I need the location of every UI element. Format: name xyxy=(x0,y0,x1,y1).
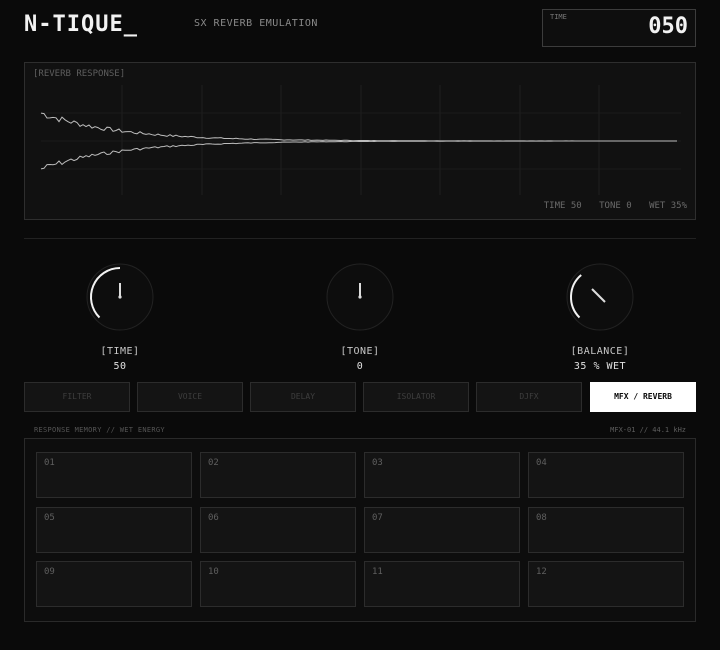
response-readout: TIME 50 TONE 0 WET 35% xyxy=(532,201,687,211)
knob-tone[interactable] xyxy=(325,262,395,332)
reverb-response-panel: [REVERB RESPONSE] TIME 50 TONE 0 WET 35% xyxy=(24,62,696,220)
readout-time: TIME 50 xyxy=(543,201,582,211)
knob-tone-label: [TONE] xyxy=(340,346,380,357)
knob-tone-group: [TONE] 0 xyxy=(300,262,420,372)
memory-slot-number: 06 xyxy=(208,513,219,523)
memory-slot-07[interactable]: 07 xyxy=(364,507,520,553)
tab-voice[interactable]: VOICE xyxy=(137,382,243,412)
section-divider xyxy=(24,238,696,239)
effect-tabs: FILTER VOICE DELAY ISOLATOR DJFX MFX / R… xyxy=(24,382,696,412)
memory-slot-01[interactable]: 01 xyxy=(36,452,192,498)
memory-panel: 01 02 03 04 05 06 07 08 09 10 11 12 xyxy=(24,438,696,622)
knob-balance-group: [BALANCE] 35 % WET xyxy=(540,262,660,372)
response-wave-upper xyxy=(40,112,677,142)
memory-slot-number: 12 xyxy=(536,567,547,577)
memory-meta: MFX-01 // 44.1 kHz xyxy=(610,426,686,434)
memory-slot-number: 08 xyxy=(536,513,547,523)
memory-slot-12[interactable]: 12 xyxy=(528,561,684,607)
memory-slot-number: 10 xyxy=(208,567,219,577)
tab-mfx-reverb[interactable]: MFX / REVERB xyxy=(590,382,696,412)
memory-slot-number: 11 xyxy=(372,567,383,577)
tab-delay[interactable]: DELAY xyxy=(250,382,356,412)
tab-djfx[interactable]: DJFX xyxy=(476,382,582,412)
memory-slot-08[interactable]: 08 xyxy=(528,507,684,553)
tab-isolator[interactable]: ISOLATOR xyxy=(363,382,469,412)
memory-slot-10[interactable]: 10 xyxy=(200,561,356,607)
readout-tone: TONE 0 xyxy=(599,201,632,211)
subtitle: SX REVERB EMULATION xyxy=(194,18,318,29)
knob-balance[interactable] xyxy=(565,262,635,332)
time-display: TIME 050 xyxy=(542,9,696,47)
time-display-label: TIME xyxy=(550,13,567,21)
knob-time-group: [TIME] 50 xyxy=(60,262,180,372)
knob-tone-value: 0 xyxy=(356,361,364,372)
memory-slot-02[interactable]: 02 xyxy=(200,452,356,498)
time-display-value: 050 xyxy=(648,14,688,39)
tab-filter[interactable]: FILTER xyxy=(24,382,130,412)
reverb-response-graph xyxy=(40,85,681,195)
memory-slot-number: 04 xyxy=(536,458,547,468)
knob-balance-value: 35 % WET xyxy=(573,361,627,372)
memory-slot-number: 01 xyxy=(44,458,55,468)
memory-slot-04[interactable]: 04 xyxy=(528,452,684,498)
brand-title: N-TIQUE_ xyxy=(24,12,138,37)
readout-wet: WET 35% xyxy=(649,201,687,211)
memory-slot-number: 05 xyxy=(44,513,55,523)
knob-center xyxy=(358,295,362,299)
knob-time-label: [TIME] xyxy=(100,346,140,357)
memory-title: RESPONSE MEMORY // WET ENERGY xyxy=(34,426,165,434)
knob-center xyxy=(118,295,122,299)
response-title: [REVERB RESPONSE] xyxy=(33,69,126,79)
memory-slot-number: 03 xyxy=(372,458,383,468)
memory-slot-number: 07 xyxy=(372,513,383,523)
memory-slot-03[interactable]: 03 xyxy=(364,452,520,498)
memory-slot-number: 02 xyxy=(208,458,219,468)
memory-slot-11[interactable]: 11 xyxy=(364,561,520,607)
memory-slot-09[interactable]: 09 xyxy=(36,561,192,607)
memory-slot-06[interactable]: 06 xyxy=(200,507,356,553)
knob-time-value: 50 xyxy=(113,361,127,372)
knob-balance-label: [BALANCE] xyxy=(570,346,630,357)
memory-slot-number: 09 xyxy=(44,567,55,577)
knob-time[interactable] xyxy=(85,262,155,332)
memory-slot-05[interactable]: 05 xyxy=(36,507,192,553)
response-wave-lower xyxy=(40,140,677,170)
